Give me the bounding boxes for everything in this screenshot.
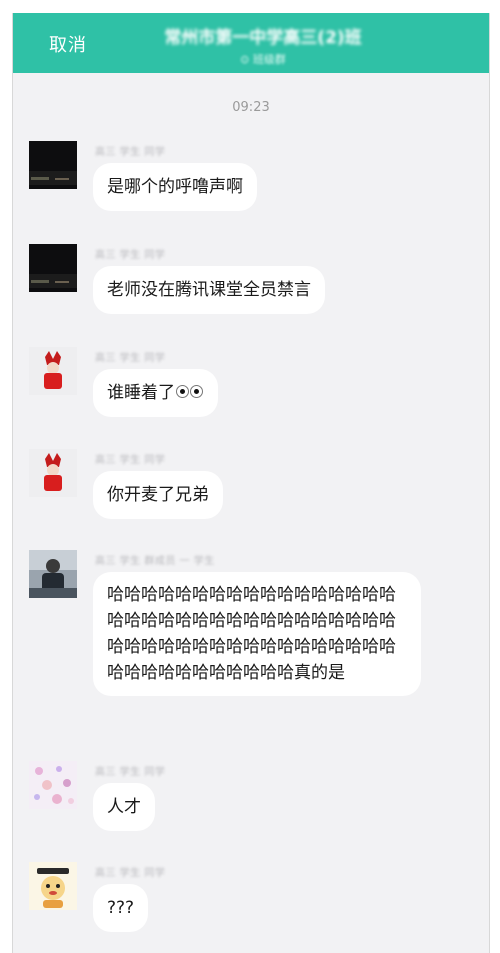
message-timestamp: 09:23 bbox=[232, 100, 270, 115]
message-bubble[interactable]: 是哪个的呼噜声啊 bbox=[93, 163, 257, 211]
avatar[interactable] bbox=[29, 347, 77, 395]
sender-name: 高三 学生 同学 bbox=[95, 147, 166, 158]
message-bubble[interactable]: 谁睡着了 bbox=[93, 369, 218, 417]
avatar[interactable] bbox=[29, 862, 77, 910]
message-bubble[interactable]: ??? bbox=[93, 884, 149, 932]
chat-screen: 取消 常州市第一中学高三(2)班 ⊙ 班级群 09:23 高三 学生 同学 是哪… bbox=[12, 13, 490, 953]
eyes-emoji bbox=[176, 380, 204, 406]
message-bubble[interactable]: 你开麦了兄弟 bbox=[93, 471, 223, 519]
avatar[interactable] bbox=[29, 449, 77, 497]
message-bubble[interactable]: 老师没在腾讯课堂全员禁言 bbox=[93, 266, 325, 314]
message-bubble[interactable]: 人才 bbox=[93, 783, 155, 831]
cancel-button[interactable]: 取消 bbox=[49, 31, 87, 57]
sender-name: 高三 学生 同学 bbox=[95, 767, 166, 778]
sender-name: 高三 学生 同学 bbox=[95, 250, 166, 261]
chat-title: 常州市第一中学高三(2)班 bbox=[164, 28, 362, 48]
sender-name: 高三 学生 群成员 一 学生 bbox=[95, 556, 215, 567]
chat-header: 取消 常州市第一中学高三(2)班 ⊙ 班级群 bbox=[13, 13, 489, 73]
sender-name: 高三 学生 同学 bbox=[95, 353, 166, 364]
sender-name: 高三 学生 同学 bbox=[95, 868, 166, 879]
avatar[interactable] bbox=[29, 141, 77, 189]
avatar[interactable] bbox=[29, 244, 77, 292]
sender-name: 高三 学生 同学 bbox=[95, 455, 166, 466]
message-bubble[interactable]: 哈哈哈哈哈哈哈哈哈哈哈哈哈哈哈哈哈哈哈哈哈哈哈哈哈哈哈哈哈哈哈哈哈哈哈哈哈哈哈哈… bbox=[93, 572, 421, 696]
chat-subtitle: ⊙ 班级群 bbox=[240, 53, 286, 66]
avatar[interactable] bbox=[29, 761, 77, 809]
avatar[interactable] bbox=[29, 550, 77, 598]
message-text: 谁睡着了 bbox=[107, 383, 175, 403]
